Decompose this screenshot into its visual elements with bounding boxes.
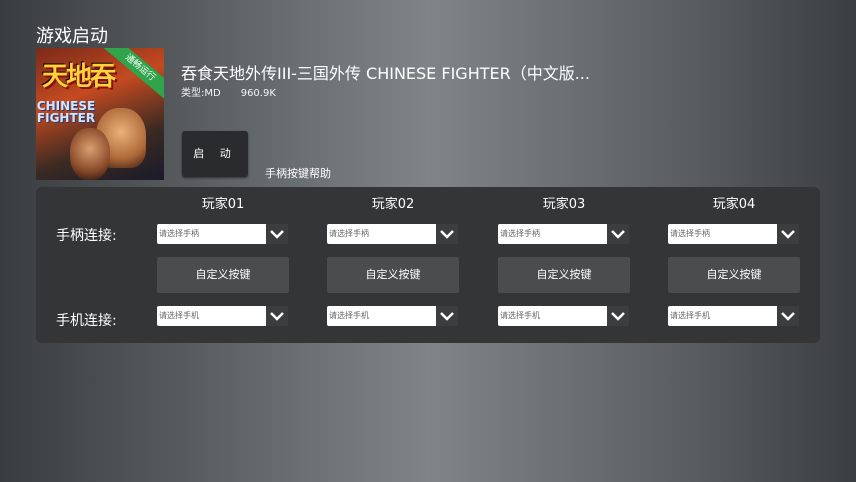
chevron-down-icon[interactable] — [436, 224, 458, 244]
gamepad-select[interactable]: 请选择手柄 — [157, 224, 288, 244]
gamepad-select-placeholder: 请选择手柄 — [670, 229, 710, 238]
gamepad-select-placeholder: 请选择手柄 — [159, 229, 199, 238]
chevron-down-icon[interactable] — [266, 306, 288, 326]
cover-logo-subtitle: CHINESE FIGHTER — [36, 99, 96, 125]
custom-keys-button[interactable]: 自定义按键 — [327, 257, 459, 293]
phone-select[interactable]: 请选择手机 — [668, 306, 799, 326]
phone-select[interactable]: 请选择手机 — [498, 306, 629, 326]
phone-select-placeholder: 请选择手机 — [500, 311, 540, 320]
gamepad-row-label: 手柄连接: — [56, 228, 117, 244]
gamepad-select[interactable]: 请选择手柄 — [498, 224, 629, 244]
custom-keys-button[interactable]: 自定义按键 — [157, 257, 289, 293]
game-title: 吞食天地外传III-三国外传 CHINESE FIGHTER（中文版... — [181, 64, 590, 83]
gamepad-select[interactable]: 请选择手柄 — [327, 224, 458, 244]
gamepad-help-link[interactable]: 手柄按键帮助 — [265, 165, 331, 181]
chevron-down-icon[interactable] — [436, 306, 458, 326]
phone-select[interactable]: 请选择手机 — [157, 306, 288, 326]
game-meta: 类型:MD 960.9K — [181, 84, 276, 99]
chevron-down-icon[interactable] — [266, 224, 288, 244]
phone-select-placeholder: 请选择手机 — [670, 311, 710, 320]
cover-character — [70, 128, 110, 180]
player-label: 玩家02 — [371, 197, 415, 212]
game-cover-image: 天地吞 CHINESE FIGHTER 通畅运行 — [36, 48, 164, 180]
phone-select-placeholder: 请选择手机 — [329, 311, 369, 320]
player-label: 玩家03 — [542, 197, 586, 212]
custom-keys-button[interactable]: 自定义按键 — [498, 257, 630, 293]
chevron-down-icon[interactable] — [607, 224, 629, 244]
launch-button[interactable]: 启 动 — [182, 131, 248, 177]
custom-keys-button[interactable]: 自定义按键 — [668, 257, 800, 293]
page-title: 游戏启动 — [36, 26, 108, 47]
gamepad-select-placeholder: 请选择手柄 — [329, 229, 369, 238]
phone-select-placeholder: 请选择手机 — [159, 311, 199, 320]
gamepad-select[interactable]: 请选择手柄 — [668, 224, 799, 244]
player-label: 玩家01 — [201, 197, 245, 212]
game-type: 类型:MD — [181, 88, 221, 99]
player-label: 玩家04 — [712, 197, 756, 212]
phone-row-label: 手机连接: — [56, 313, 117, 329]
chevron-down-icon[interactable] — [607, 306, 629, 326]
phone-select[interactable]: 请选择手机 — [327, 306, 458, 326]
chevron-down-icon[interactable] — [777, 306, 799, 326]
chevron-down-icon[interactable] — [777, 224, 799, 244]
cover-logo: 天地吞 — [42, 62, 116, 92]
game-size: 960.9K — [240, 88, 276, 99]
gamepad-select-placeholder: 请选择手柄 — [500, 229, 540, 238]
